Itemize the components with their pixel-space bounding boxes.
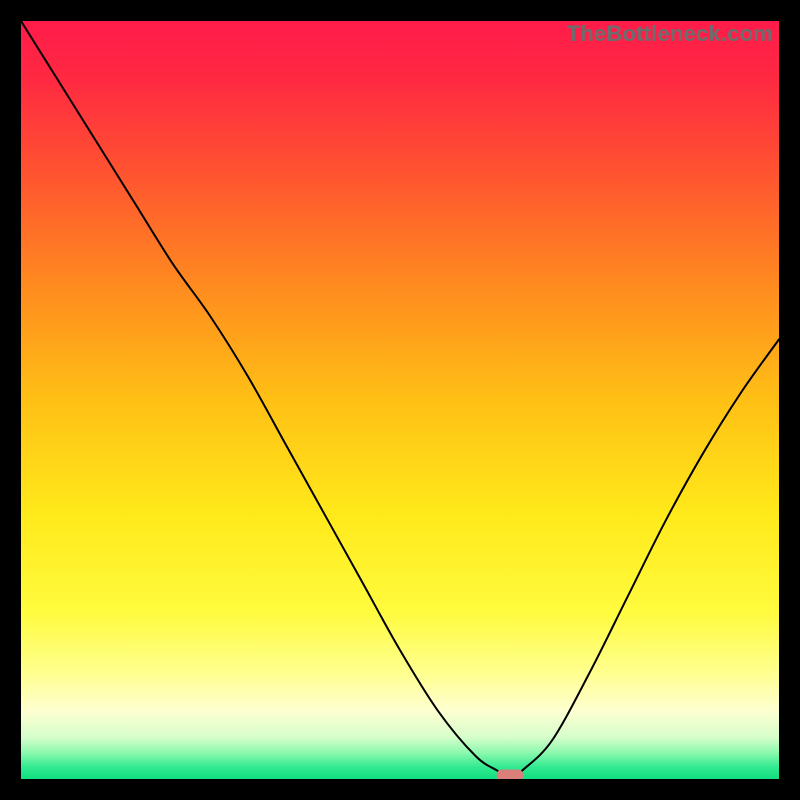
watermark-text: TheBottleneck.com xyxy=(567,21,773,47)
plot-area: TheBottleneck.com xyxy=(21,21,779,779)
bottleneck-chart xyxy=(21,21,779,779)
gradient-background xyxy=(21,21,779,779)
optimal-marker xyxy=(497,770,524,779)
chart-frame: TheBottleneck.com xyxy=(0,0,800,800)
